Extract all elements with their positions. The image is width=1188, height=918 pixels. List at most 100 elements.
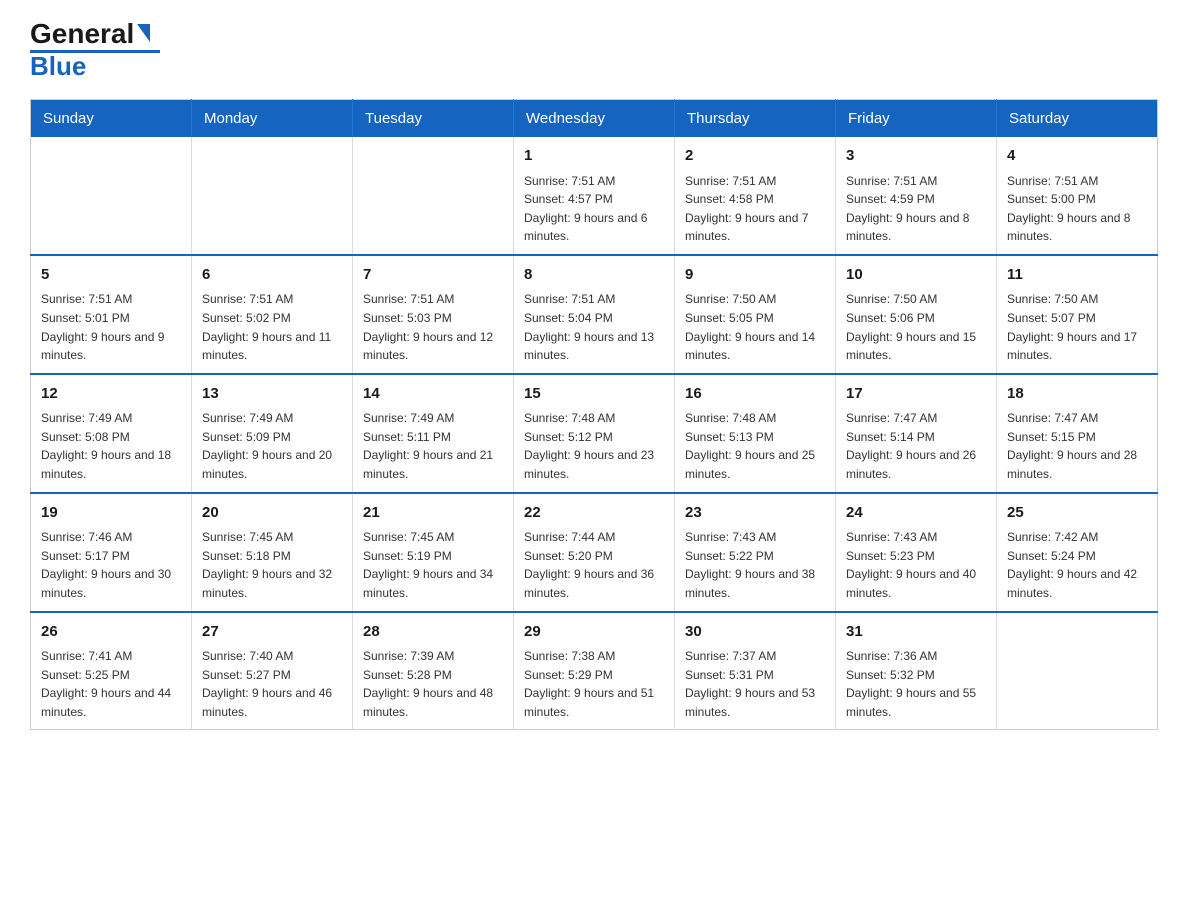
day-info: Sunrise: 7:49 AM Sunset: 5:11 PM Dayligh…	[363, 409, 503, 483]
calendar-cell: 18 Sunrise: 7:47 AM Sunset: 5:15 PM Dayli…	[997, 374, 1158, 493]
day-number: 26	[41, 621, 181, 644]
day-info: Sunrise: 7:44 AM Sunset: 5:20 PM Dayligh…	[524, 528, 664, 602]
calendar-cell: 15 Sunrise: 7:48 AM Sunset: 5:12 PM Dayli…	[514, 374, 675, 493]
day-info: Sunrise: 7:43 AM Sunset: 5:23 PM Dayligh…	[846, 528, 986, 602]
logo-text-general: General	[30, 20, 134, 48]
calendar-cell: 4Sunrise: 7:51 AM Sunset: 5:00 PM Daylig…	[997, 137, 1158, 255]
calendar-cell: 7 Sunrise: 7:51 AM Sunset: 5:03 PM Daylig…	[353, 255, 514, 374]
day-info: Sunrise: 7:42 AM Sunset: 5:24 PM Dayligh…	[1007, 528, 1147, 602]
day-number: 5	[41, 264, 181, 287]
calendar-cell: 17Sunrise: 7:47 AM Sunset: 5:14 PM Dayli…	[836, 374, 997, 493]
calendar-cell: 8Sunrise: 7:51 AM Sunset: 5:04 PM Daylig…	[514, 255, 675, 374]
day-info: Sunrise: 7:48 AM Sunset: 5:13 PM Dayligh…	[685, 409, 825, 483]
calendar-cell: 10Sunrise: 7:50 AM Sunset: 5:06 PM Dayli…	[836, 255, 997, 374]
day-number: 30	[685, 621, 825, 644]
calendar-header-row: SundayMondayTuesdayWednesdayThursdayFrid…	[31, 100, 1158, 138]
day-info: Sunrise: 7:37 AM Sunset: 5:31 PM Dayligh…	[685, 647, 825, 721]
day-info: Sunrise: 7:36 AM Sunset: 5:32 PM Dayligh…	[846, 647, 986, 721]
calendar-cell: 5 Sunrise: 7:51 AM Sunset: 5:01 PM Daylig…	[31, 255, 192, 374]
calendar-header-friday: Friday	[836, 100, 997, 138]
day-number: 17	[846, 383, 986, 406]
calendar-header-tuesday: Tuesday	[353, 100, 514, 138]
day-info: Sunrise: 7:49 AM Sunset: 5:09 PM Dayligh…	[202, 409, 342, 483]
day-number: 13	[202, 383, 342, 406]
calendar-cell: 19 Sunrise: 7:46 AM Sunset: 5:17 PM Dayli…	[31, 493, 192, 612]
logo-text-blue: Blue	[30, 53, 86, 79]
day-number: 29	[524, 621, 664, 644]
calendar-header-wednesday: Wednesday	[514, 100, 675, 138]
day-info: Sunrise: 7:51 AM Sunset: 4:58 PM Dayligh…	[685, 172, 825, 246]
day-info: Sunrise: 7:51 AM Sunset: 5:04 PM Dayligh…	[524, 290, 664, 364]
day-number: 20	[202, 502, 342, 525]
day-number: 1	[524, 145, 664, 168]
calendar-table: SundayMondayTuesdayWednesdayThursdayFrid…	[30, 99, 1158, 730]
calendar-cell: 23Sunrise: 7:43 AM Sunset: 5:22 PM Dayli…	[675, 493, 836, 612]
page-header: General Blue	[30, 20, 1158, 79]
calendar-week-4: 19 Sunrise: 7:46 AM Sunset: 5:17 PM Dayli…	[31, 493, 1158, 612]
calendar-cell	[353, 137, 514, 255]
day-number: 24	[846, 502, 986, 525]
day-number: 9	[685, 264, 825, 287]
day-info: Sunrise: 7:41 AM Sunset: 5:25 PM Dayligh…	[41, 647, 181, 721]
day-info: Sunrise: 7:47 AM Sunset: 5:15 PM Dayligh…	[1007, 409, 1147, 483]
day-number: 28	[363, 621, 503, 644]
calendar-header-thursday: Thursday	[675, 100, 836, 138]
day-info: Sunrise: 7:51 AM Sunset: 5:02 PM Dayligh…	[202, 290, 342, 364]
calendar-cell: 31 Sunrise: 7:36 AM Sunset: 5:32 PM Dayli…	[836, 612, 997, 730]
day-info: Sunrise: 7:50 AM Sunset: 5:07 PM Dayligh…	[1007, 290, 1147, 364]
day-info: Sunrise: 7:46 AM Sunset: 5:17 PM Dayligh…	[41, 528, 181, 602]
calendar-cell: 22 Sunrise: 7:44 AM Sunset: 5:20 PM Dayli…	[514, 493, 675, 612]
day-number: 22	[524, 502, 664, 525]
calendar-cell: 20 Sunrise: 7:45 AM Sunset: 5:18 PM Dayli…	[192, 493, 353, 612]
calendar-cell	[31, 137, 192, 255]
day-number: 4	[1007, 145, 1147, 168]
day-number: 25	[1007, 502, 1147, 525]
calendar-cell: 30 Sunrise: 7:37 AM Sunset: 5:31 PM Dayli…	[675, 612, 836, 730]
day-info: Sunrise: 7:39 AM Sunset: 5:28 PM Dayligh…	[363, 647, 503, 721]
day-info: Sunrise: 7:40 AM Sunset: 5:27 PM Dayligh…	[202, 647, 342, 721]
day-info: Sunrise: 7:50 AM Sunset: 5:05 PM Dayligh…	[685, 290, 825, 364]
day-info: Sunrise: 7:38 AM Sunset: 5:29 PM Dayligh…	[524, 647, 664, 721]
calendar-week-3: 12Sunrise: 7:49 AM Sunset: 5:08 PM Dayli…	[31, 374, 1158, 493]
day-info: Sunrise: 7:45 AM Sunset: 5:18 PM Dayligh…	[202, 528, 342, 602]
day-number: 7	[363, 264, 503, 287]
day-number: 27	[202, 621, 342, 644]
day-number: 12	[41, 383, 181, 406]
calendar-cell: 21Sunrise: 7:45 AM Sunset: 5:19 PM Dayli…	[353, 493, 514, 612]
calendar-header-saturday: Saturday	[997, 100, 1158, 138]
calendar-cell: 6 Sunrise: 7:51 AM Sunset: 5:02 PM Daylig…	[192, 255, 353, 374]
calendar-cell: 3Sunrise: 7:51 AM Sunset: 4:59 PM Daylig…	[836, 137, 997, 255]
calendar-week-1: 1 Sunrise: 7:51 AM Sunset: 4:57 PM Daylig…	[31, 137, 1158, 255]
calendar-cell: 12Sunrise: 7:49 AM Sunset: 5:08 PM Dayli…	[31, 374, 192, 493]
calendar-header-monday: Monday	[192, 100, 353, 138]
day-number: 16	[685, 383, 825, 406]
calendar-cell: 29 Sunrise: 7:38 AM Sunset: 5:29 PM Dayli…	[514, 612, 675, 730]
day-number: 21	[363, 502, 503, 525]
day-info: Sunrise: 7:51 AM Sunset: 5:03 PM Dayligh…	[363, 290, 503, 364]
day-number: 19	[41, 502, 181, 525]
calendar-week-2: 5 Sunrise: 7:51 AM Sunset: 5:01 PM Daylig…	[31, 255, 1158, 374]
calendar-cell: 14 Sunrise: 7:49 AM Sunset: 5:11 PM Dayli…	[353, 374, 514, 493]
calendar-cell: 1 Sunrise: 7:51 AM Sunset: 4:57 PM Daylig…	[514, 137, 675, 255]
calendar-cell: 24 Sunrise: 7:43 AM Sunset: 5:23 PM Dayli…	[836, 493, 997, 612]
day-number: 6	[202, 264, 342, 287]
calendar-cell: 11 Sunrise: 7:50 AM Sunset: 5:07 PM Dayli…	[997, 255, 1158, 374]
calendar-cell	[192, 137, 353, 255]
calendar-header-sunday: Sunday	[31, 100, 192, 138]
day-number: 14	[363, 383, 503, 406]
calendar-cell	[997, 612, 1158, 730]
calendar-cell: 28 Sunrise: 7:39 AM Sunset: 5:28 PM Dayli…	[353, 612, 514, 730]
day-number: 18	[1007, 383, 1147, 406]
day-number: 15	[524, 383, 664, 406]
calendar-cell: 26 Sunrise: 7:41 AM Sunset: 5:25 PM Dayli…	[31, 612, 192, 730]
day-number: 11	[1007, 264, 1147, 287]
day-number: 10	[846, 264, 986, 287]
day-number: 23	[685, 502, 825, 525]
calendar-cell: 16 Sunrise: 7:48 AM Sunset: 5:13 PM Dayli…	[675, 374, 836, 493]
day-number: 31	[846, 621, 986, 644]
logo: General Blue	[30, 20, 160, 79]
day-info: Sunrise: 7:51 AM Sunset: 5:01 PM Dayligh…	[41, 290, 181, 364]
calendar-cell: 9 Sunrise: 7:50 AM Sunset: 5:05 PM Daylig…	[675, 255, 836, 374]
day-info: Sunrise: 7:48 AM Sunset: 5:12 PM Dayligh…	[524, 409, 664, 483]
day-info: Sunrise: 7:51 AM Sunset: 4:57 PM Dayligh…	[524, 172, 664, 246]
